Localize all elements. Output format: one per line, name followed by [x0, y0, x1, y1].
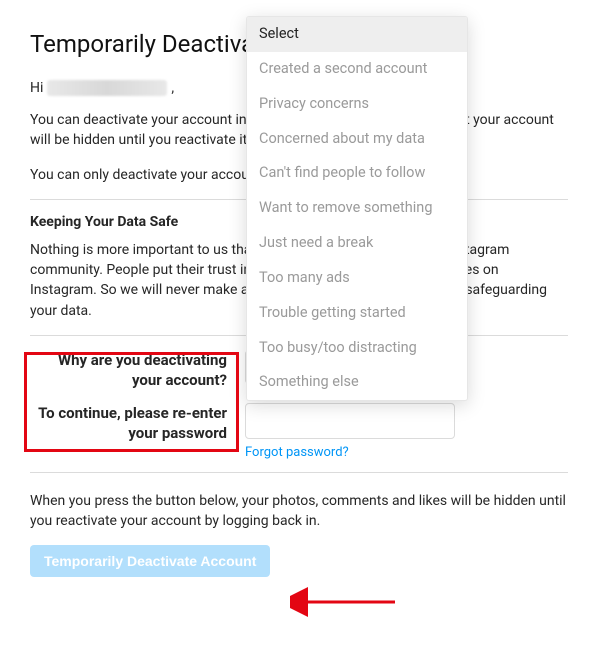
dropdown-option-something-else[interactable]: Something else	[247, 365, 467, 400]
footer-note: When you press the button below, your ph…	[30, 491, 568, 532]
reason-dropdown-panel: Select Created a second account Privacy …	[246, 16, 468, 401]
password-label: To continue, please re-enter your passwo…	[30, 403, 245, 444]
dropdown-option-too-many-ads[interactable]: Too many ads	[247, 261, 467, 296]
dropdown-option-data-concern[interactable]: Concerned about my data	[247, 122, 467, 157]
dropdown-option-too-busy[interactable]: Too busy/too distracting	[247, 331, 467, 366]
password-row: To continue, please re-enter your passwo…	[30, 403, 568, 460]
dropdown-option-privacy[interactable]: Privacy concerns	[247, 87, 467, 122]
forgot-password-link[interactable]: Forgot password?	[245, 445, 349, 460]
dropdown-option-trouble-starting[interactable]: Trouble getting started	[247, 296, 467, 331]
temporarily-deactivate-button[interactable]: Temporarily Deactivate Account	[30, 545, 270, 577]
username-redacted	[47, 80, 167, 96]
greeting-prefix: Hi	[30, 80, 43, 96]
dropdown-option-need-break[interactable]: Just need a break	[247, 226, 467, 261]
dropdown-option-remove-something[interactable]: Want to remove something	[247, 191, 467, 226]
annotation-arrow-icon	[290, 586, 400, 618]
dropdown-option-cant-find-people[interactable]: Can't find people to follow	[247, 156, 467, 191]
password-input[interactable]	[245, 403, 455, 439]
divider	[30, 472, 568, 473]
dropdown-option-select[interactable]: Select	[247, 17, 467, 52]
reason-label: Why are you deactivating your account?	[30, 350, 245, 391]
dropdown-option-second-account[interactable]: Created a second account	[247, 52, 467, 87]
